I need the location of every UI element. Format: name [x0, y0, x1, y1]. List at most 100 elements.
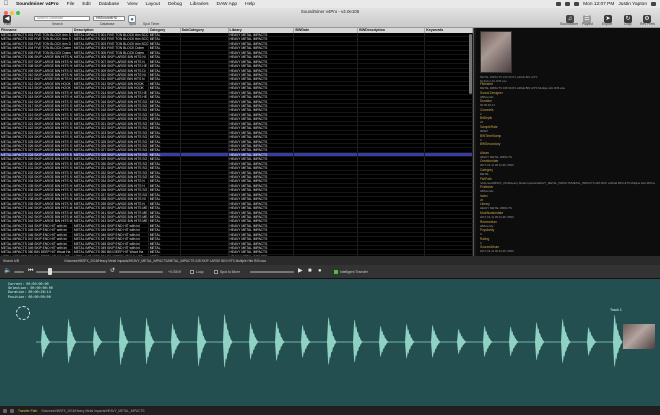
cell-library: HEAVY METAL IMPACTS: [229, 179, 295, 183]
cell-description: METAL IMPACTS 049 SKIP END HIT with Ini: [73, 246, 149, 250]
database-select[interactable]: HBSound4HD: [93, 16, 125, 21]
intelligent-transfer-checkbox[interactable]: [334, 270, 338, 274]
wifi-icon[interactable]: [556, 2, 562, 6]
loop-toggle-icon[interactable]: ↺: [110, 268, 115, 275]
zoom-dial[interactable]: [16, 306, 30, 320]
metadata-field[interactable]: Modificationdate 2017-01-11 09:12:28 -050…: [480, 211, 655, 219]
menubar-user[interactable]: Justin Yapton: [618, 2, 647, 7]
waveform-view[interactable]: Current: 00:00:00:00 Selection: 00:00:00…: [0, 279, 660, 406]
metadata-field[interactable]: Publisher HBSounds: [480, 185, 655, 193]
cell-category: METAL: [149, 37, 181, 41]
search-ab-label[interactable]: Search A/B: [0, 259, 40, 263]
cell-description: METAL IMPACTS 050 BIN DEEP HIT Wood Ha: [73, 250, 149, 254]
metadata-field[interactable]: BWTimeStamp 0: [480, 134, 655, 142]
metadata-field[interactable]: SampleRate 96000: [480, 125, 655, 133]
cell-library: HEAVY METAL IMPACTS: [229, 117, 295, 121]
track-label: Track 1: [610, 308, 622, 312]
cell-filename: METAL IMPACTS 040 SKIP LARGE BIN HITS ME: [1, 206, 73, 210]
menubar-clock[interactable]: Mon 12:07 PM: [583, 2, 614, 7]
cell-category: METAL: [149, 166, 181, 170]
cell-library: HEAVY METAL IMPACTS: [229, 148, 295, 152]
metadata-field[interactable]: FilePath/Volumes/HBSFX_2016/Heavy Metal …: [480, 177, 655, 185]
cell-category: METAL: [149, 228, 181, 232]
metadata-field[interactable]: Category METAL: [480, 168, 655, 176]
metadata-field[interactable]: Library HEAVY METAL IMPACTS: [480, 202, 655, 210]
stop-icon[interactable]: ■: [308, 268, 312, 275]
folder-icon[interactable]: [3, 408, 7, 413]
metadata-value: HBSounds: [480, 223, 494, 228]
play-icon[interactable]: ▶: [298, 268, 303, 275]
cell-keywords: [425, 126, 473, 130]
cell-bwdate: [294, 90, 359, 95]
metadata-field[interactable]: Sound Designer HBSounds: [480, 91, 655, 99]
spot-to-mixer-checkbox[interactable]: [214, 270, 218, 274]
search-placeholder: Search Database: [37, 16, 64, 20]
cell-subcategory: [181, 197, 229, 201]
cell-bwdate: [294, 197, 359, 201]
playback-position-slider[interactable]: [36, 271, 106, 273]
table-scrollbar[interactable]: [469, 34, 472, 94]
spotlight-icon[interactable]: [651, 2, 656, 6]
battery-icon[interactable]: [565, 2, 571, 6]
cell-bwdescription: [358, 228, 426, 232]
cell-category: METAL: [149, 64, 181, 68]
record-icon[interactable]: ●: [318, 268, 322, 275]
cell-description: METAL IMPACTS 038 SKIP LARGE BIN HITS NI: [73, 197, 149, 201]
cell-filename: METAL IMPACTS 036 SKIP LARGE BIN HITS SO: [1, 188, 73, 192]
metadata-field[interactable]: Rating 0: [480, 237, 655, 245]
menu-edit[interactable]: Edit: [78, 2, 94, 7]
cell-filename: METAL IMPACTS 038 SKIP LARGE BIN HITS Ni: [1, 197, 73, 201]
volume-slider[interactable]: [14, 271, 24, 273]
menu-libraries[interactable]: Libraries: [186, 2, 212, 7]
cell-library: HEAVY METAL IMPACTS: [229, 95, 295, 99]
cell-library: HEAVY METAL IMPACTS: [229, 33, 295, 37]
cell-keywords: [425, 95, 473, 99]
cell-description: METAL IMPACTS 022 SKIP LARGE BIN HITS SO: [73, 126, 149, 130]
menu-file[interactable]: File: [63, 2, 79, 7]
waveform-svg[interactable]: [0, 279, 660, 406]
apple-icon[interactable]: : [0, 1, 12, 7]
metadata-field[interactable]: Duration 00:00:26:14: [480, 99, 655, 107]
cell-keywords: [425, 166, 473, 170]
cell-filename: METAL IMPACTS 044 SKIP END HIT with Ini: [0, 223, 73, 228]
rewind-icon[interactable]: ⏮: [28, 268, 33, 275]
metadata-field[interactable]: BWSecondary: [480, 142, 655, 146]
loop-checkbox[interactable]: [190, 270, 194, 274]
metadata-field[interactable]: Filename METAL IMPACTS 028 SKIP LARGE BIN…: [480, 82, 655, 90]
table-body: METAL IMPACTS 001 FIVE TON BLOCK thin SM…: [0, 33, 473, 256]
cell-filename: METAL IMPACTS 049 SKIP END HIT with Ini: [0, 246, 73, 250]
cell-keywords: [425, 228, 473, 232]
menu-debug[interactable]: Debug: [164, 2, 186, 7]
metadata-field[interactable]: Recmedium HBSounds: [480, 220, 655, 228]
gain-slider[interactable]: [250, 271, 294, 273]
file-path-bar: Search A/B /Volumes/HBSFX_2016/Heavy Met…: [0, 256, 660, 265]
menu-view[interactable]: View: [123, 2, 141, 7]
track-artwork[interactable]: [623, 324, 655, 349]
metadata-field[interactable]: Channels 2: [480, 108, 655, 116]
metadata-field[interactable]: Album HEAVY METAL IMPACTS: [480, 151, 655, 159]
cell-keywords: [425, 68, 473, 72]
metadata-field[interactable]: BitDepth 24: [480, 116, 655, 124]
pitch-slider[interactable]: [119, 271, 163, 273]
volume-icon[interactable]: [574, 2, 580, 6]
menu-database[interactable]: Database: [95, 2, 124, 7]
cell-category: METAL: [149, 232, 181, 237]
volume-icon[interactable]: 🔈: [4, 268, 11, 275]
cell-subcategory: [181, 126, 229, 130]
menu-layout[interactable]: Layout: [142, 2, 164, 7]
metadata-key: BWSecondary: [480, 142, 501, 147]
cell-description: METAL IMPACTS 033 SKIP LARGE BIN HITS SO: [73, 175, 149, 179]
search-input[interactable]: Search Database: [34, 16, 90, 21]
menu-app-name[interactable]: Soundminer v4Pro: [12, 2, 63, 7]
metadata-field[interactable]: Index 28: [480, 194, 655, 202]
cell-keywords: [425, 46, 473, 50]
metadata-field[interactable]: Creationdate 2017-01-11 09:12:28 -0500: [480, 159, 655, 167]
metadata-field[interactable]: Popularity 0: [480, 228, 655, 236]
playback-position-knob[interactable]: [48, 268, 52, 275]
metadata-field[interactable]: SourceAlbum 2017-01-11 09:12:28 -0500: [480, 245, 655, 253]
artwork-thumbnail[interactable]: [480, 31, 512, 73]
cell-library: HEAVY METAL IMPACTS: [229, 188, 295, 192]
menu-daw-app[interactable]: DAW App: [212, 2, 241, 7]
cell-category: METAL: [149, 77, 181, 81]
menu-help[interactable]: Help: [241, 2, 259, 7]
